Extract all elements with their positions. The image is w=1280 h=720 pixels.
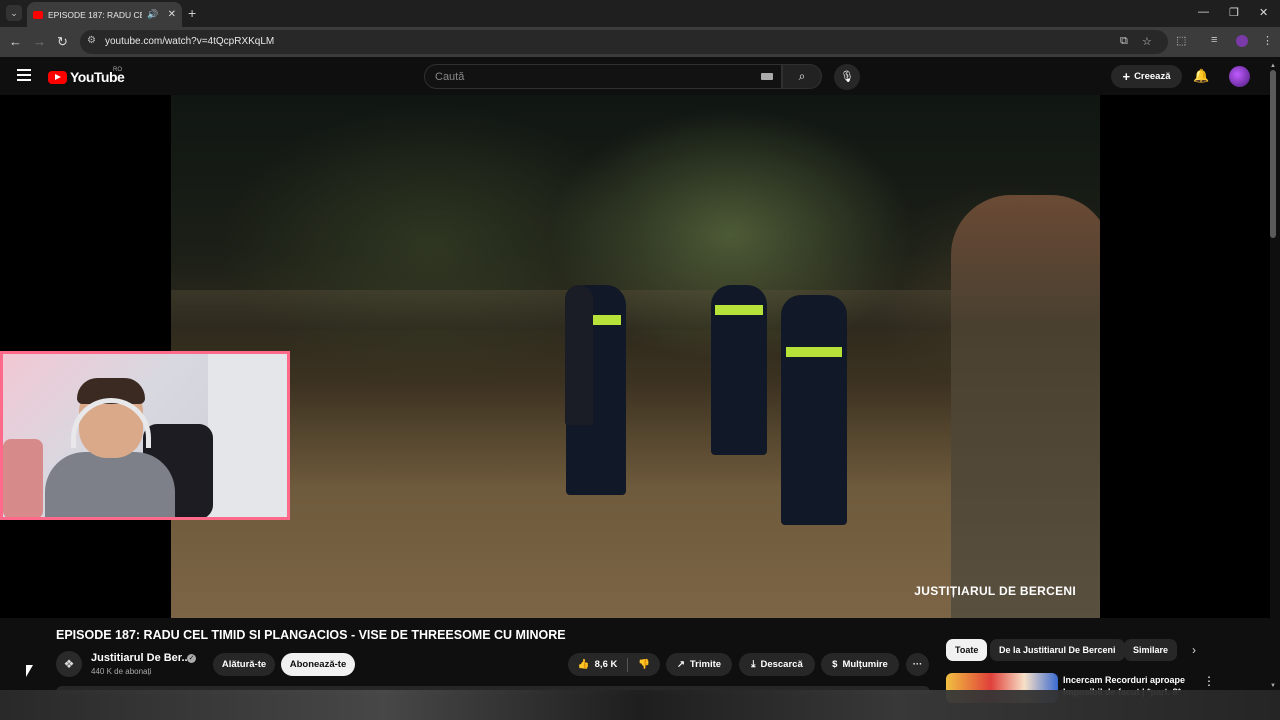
search-input[interactable]: Caută [424,64,782,89]
download-button[interactable]: ⤓ Descarcă [739,653,815,676]
chevron-right-icon[interactable]: › [1192,643,1196,657]
bystander-silhouette [951,195,1100,618]
address-bar[interactable]: ⚙ youtube.com/watch?v=4tQcpRXKqLM ⧉ ☆ [80,30,1168,54]
search-button[interactable]: ⌕ [782,64,822,89]
video-title: EPISODE 187: RADU CEL TIMID SI PLANGACIO… [56,628,566,642]
browser-toolbar: ← → ↻ ⚙ youtube.com/watch?v=4tQcpRXKqLM … [0,27,1280,57]
chip-similar[interactable]: Similare [1124,639,1178,661]
menu-icon[interactable]: ⋮ [1262,34,1273,47]
webcam-streamer [45,378,175,517]
channel-name[interactable]: Justitiarul De Ber... [91,652,191,664]
notifications-bell-icon[interactable]: 🔔 [1193,68,1209,84]
share-label: Trimite [689,659,722,670]
voice-search-button[interactable]: 🎙 [834,64,860,90]
like-icon[interactable]: 👍 [578,659,590,670]
dislike-icon[interactable]: 👎 [638,659,650,670]
tab-title: EPISODE 187: RADU CEL TIMID [48,9,142,20]
media-icon[interactable]: ≡ [1211,34,1217,46]
thanks-label: Mulțumire [842,659,888,670]
police-officer [711,285,767,455]
search-icon: ⌕ [798,69,806,83]
search-placeholder: Caută [435,71,465,83]
youtube-favicon-icon [33,10,43,19]
mouse-cursor-icon [26,665,33,677]
webcam-overlay [0,351,290,520]
hamburger-menu-icon[interactable] [17,69,31,81]
country-code: RO [113,67,122,73]
more-icon: ··· [912,659,923,670]
thanks-button[interactable]: $ Mulțumire [821,653,899,676]
download-label: Descarcă [760,659,803,670]
install-icon[interactable]: ⧉ [1120,35,1128,48]
create-button[interactable]: + Creează [1111,65,1182,88]
scroll-up-arrow-icon[interactable]: ▲ [1270,63,1276,69]
more-vert-icon[interactable]: ⋮ [1203,674,1215,688]
like-count[interactable]: 8,6 K [595,659,618,670]
keyboard-icon[interactable] [761,73,773,80]
thanks-icon: $ [832,659,838,670]
profile-icon[interactable] [1236,35,1248,47]
site-info-icon[interactable]: ⚙ [87,35,96,46]
audio-icon[interactable]: 🔊 [147,9,158,20]
scroll-down-arrow-icon[interactable]: ▼ [1270,683,1276,689]
share-icon: ↗ [676,659,685,670]
subscriber-count: 440 K de abonați [91,667,152,676]
plus-icon: + [1122,69,1131,84]
browser-tab-strip: ⌄ EPISODE 187: RADU CEL TIMID 🔊 ✕ + — ❐ … [0,0,1280,27]
youtube-play-icon [48,70,67,84]
police-officer [781,295,847,525]
video-watermark: JUSTIȚIARUL DE BERCENI [914,584,1076,598]
minimize-icon[interactable]: — [1198,6,1209,18]
account-avatar[interactable] [1229,66,1250,87]
download-icon: ⤓ [751,659,756,670]
plus-icon[interactable]: + [188,5,196,21]
url-text: youtube.com/watch?v=4tQcpRXKqLM [105,36,275,47]
extensions-icon[interactable]: ⬚ [1176,34,1186,47]
webcam-pillow [3,439,43,517]
tab-search-icon[interactable]: ⌄ [6,5,22,21]
divider [627,657,629,672]
reload-icon[interactable]: ↻ [57,34,68,50]
more-actions-button[interactable]: ··· [906,653,929,676]
video-frame[interactable]: JUSTIȚIARUL DE BERCENI [171,95,1100,618]
verified-check-icon: ✓ [187,654,196,663]
page-scrollbar[interactable] [1270,70,1276,238]
star-icon[interactable]: ☆ [1142,35,1152,48]
create-label: Creează [1134,71,1171,82]
person-silhouette [565,285,593,425]
forward-icon[interactable]: → [33,34,46,49]
window-close-icon[interactable]: ✕ [1259,6,1268,19]
back-icon[interactable]: ← [9,34,22,49]
like-dislike-group: 👍 8,6 K 👎 [568,653,660,676]
subscribe-button[interactable]: Abonează-te [281,653,355,676]
join-button[interactable]: Alătură-te [213,653,275,676]
close-icon[interactable]: ✕ [168,9,176,20]
youtube-header: YouTube RO Caută ⌕ 🎙 + Creează 🔔 [0,57,1280,95]
chip-from-channel[interactable]: De la Justitiarul De Berceni [990,639,1125,661]
browser-tab-active[interactable]: EPISODE 187: RADU CEL TIMID 🔊 ✕ [27,2,182,27]
restore-icon[interactable]: ❐ [1229,6,1239,19]
channel-avatar[interactable]: ❖ [56,651,82,677]
desktop-overlay-strip [0,690,1280,720]
share-button[interactable]: ↗ Trimite [666,653,732,676]
webcam-wall [208,354,287,517]
chip-all[interactable]: Toate [946,639,988,661]
microphone-icon: 🎙 [840,71,854,83]
